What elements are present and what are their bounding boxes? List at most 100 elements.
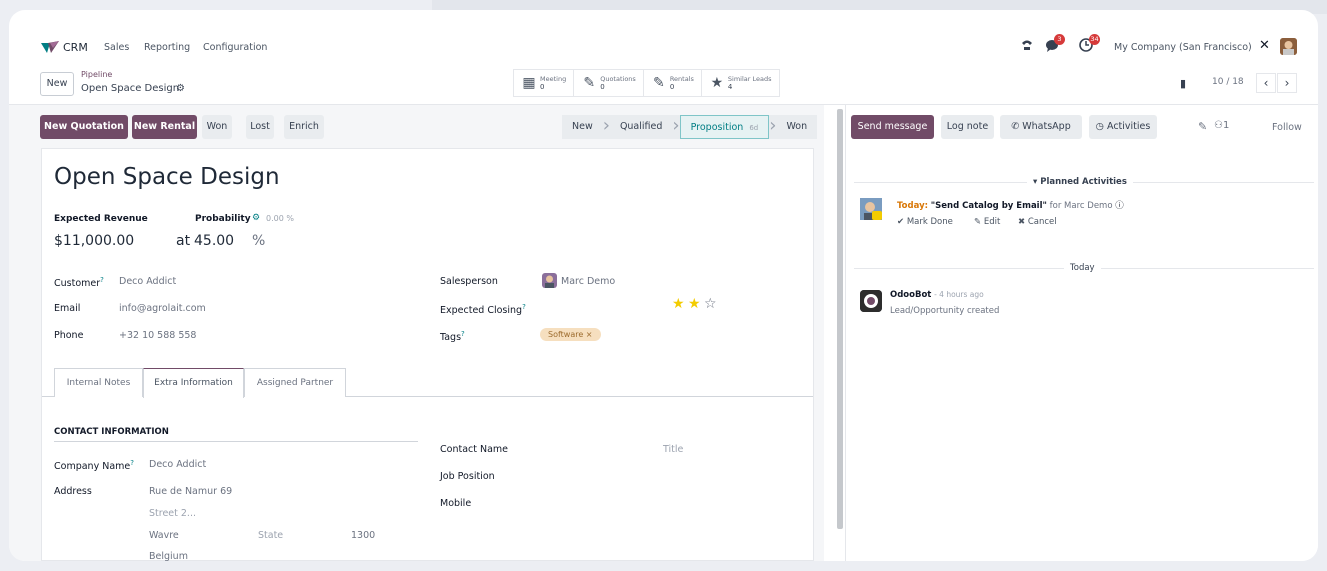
won-button[interactable]: Won	[202, 115, 232, 139]
customer-label-text: Customer	[54, 278, 101, 290]
notebook-tabs: Internal Notes Extra Information Assigne…	[42, 368, 813, 398]
new-quotation-button[interactable]: New Quotation	[40, 115, 128, 139]
crm-logo-icon[interactable]	[41, 40, 59, 59]
breadcrumb-pipeline[interactable]: Pipeline	[81, 70, 112, 79]
email-field[interactable]: info@agrolait.com	[119, 303, 206, 314]
activities-badge: 34	[1089, 34, 1100, 45]
followers-button[interactable]: ⚇1	[1214, 120, 1229, 131]
stage-won[interactable]: Won	[776, 115, 817, 139]
contact-information-heading: CONTACT INFORMATION	[54, 427, 169, 437]
job-position-label: Job Position	[440, 471, 495, 482]
street2-field[interactable]: Street 2...	[149, 508, 196, 519]
message-author[interactable]: OdooBot	[890, 290, 931, 300]
messages-badge: 3	[1054, 34, 1065, 45]
customer-label: Customer?	[54, 276, 104, 290]
rentals-count: 0	[669, 82, 675, 91]
percent-sign: %	[252, 233, 266, 249]
activities-label: Activities	[1106, 121, 1151, 132]
quotations-label: Quotations	[600, 74, 636, 83]
clock-icon[interactable]: 34	[1079, 34, 1100, 56]
title-field[interactable]: Title	[663, 444, 683, 455]
meeting-smart-button[interactable]: ▦ Meeting 0	[514, 70, 575, 96]
priority-star-filled-icon[interactable]: ★	[672, 296, 685, 312]
lost-button[interactable]: Lost	[246, 115, 274, 139]
planned-header-text: Planned Activities	[1040, 177, 1127, 187]
today-separator: Today	[1064, 263, 1101, 273]
times-icon: ✖	[1018, 217, 1026, 227]
tag-software[interactable]: Software ×	[540, 328, 601, 341]
tab-extra-information[interactable]: Extra Information	[143, 368, 244, 398]
log-note-button[interactable]: Log note	[941, 115, 994, 139]
similar-leads-smart-button[interactable]: ★ Similar Leads 4	[702, 70, 779, 96]
send-message-button[interactable]: Send message	[851, 115, 934, 139]
pager-previous-button[interactable]: ‹	[1256, 73, 1276, 93]
enrich-button[interactable]: Enrich	[284, 115, 324, 139]
expected-closing-label: Expected Closing?	[440, 303, 526, 317]
gear-icon[interactable]: ⚙	[252, 213, 260, 223]
menu-sales[interactable]: Sales	[104, 42, 129, 53]
similar-leads-count: 4	[727, 82, 733, 91]
salesperson-field[interactable]: Marc Demo	[561, 276, 615, 287]
gear-icon[interactable]: ⚙	[176, 83, 185, 94]
message-header: OdooBot - 4 hours ago	[890, 290, 984, 300]
zip-field[interactable]: 1300	[351, 530, 375, 541]
state-field[interactable]: State	[258, 530, 283, 541]
stage-qualified[interactable]: Qualified	[610, 115, 672, 139]
street-field[interactable]: Rue de Namur 69	[149, 486, 232, 497]
mobile-label: Mobile	[440, 498, 472, 509]
company-switcher[interactable]: My Company (San Francisco)	[1114, 42, 1252, 53]
tags-label: Tags?	[440, 330, 465, 344]
company-name-field[interactable]: Deco Addict	[149, 459, 206, 470]
pager-next-button[interactable]: ›	[1277, 73, 1297, 93]
salesperson-avatar	[542, 273, 557, 288]
quotations-smart-button[interactable]: ✎ Quotations 0	[574, 70, 644, 96]
stage-proposition[interactable]: Proposition 6d	[679, 115, 770, 139]
activity-line: Today: "Send Catalog by Email" for Marc …	[897, 199, 1124, 211]
activities-button[interactable]: ◷ Activities	[1089, 115, 1157, 139]
expected-revenue-value[interactable]: $11,000.00	[54, 233, 134, 249]
follow-button[interactable]: Follow	[1272, 122, 1302, 133]
tab-assigned-partner[interactable]: Assigned Partner	[244, 368, 346, 397]
tab-internal-notes[interactable]: Internal Notes	[54, 368, 143, 397]
pencil-square-icon: ✎	[652, 75, 665, 91]
new-rental-button[interactable]: New Rental	[132, 115, 197, 139]
messages-icon[interactable]: 3	[1045, 34, 1065, 56]
cancel-activity-button[interactable]: ✖ Cancel	[1018, 217, 1057, 227]
stage-pipeline: New › Qualified › Proposition 6d › Won	[562, 115, 818, 139]
followers-count: 1	[1222, 120, 1230, 131]
paperclip-icon[interactable]: ✎	[1198, 120, 1207, 133]
company-name-label-text: Company Name	[54, 461, 131, 473]
stage-new[interactable]: New	[562, 115, 603, 139]
user-avatar[interactable]	[1280, 38, 1297, 55]
message-time: - 4 hours ago	[934, 290, 984, 299]
form-scrollbar[interactable]	[837, 109, 843, 529]
app-name[interactable]: CRM	[63, 41, 88, 54]
bookmark-icon[interactable]: ▮	[1180, 77, 1186, 90]
app-window: CRM Sales Reporting Configuration 3 34 M…	[9, 10, 1318, 561]
cancel-label: Cancel	[1027, 217, 1057, 227]
menu-reporting[interactable]: Reporting	[144, 42, 190, 53]
priority-star-filled-icon[interactable]: ★	[688, 296, 701, 312]
phone-field[interactable]: +32 10 588 558	[119, 330, 196, 341]
whatsapp-button[interactable]: ✆ WhatsApp	[1000, 115, 1082, 139]
country-field[interactable]: Belgium	[149, 551, 188, 561]
probability-value[interactable]: 45.00	[194, 233, 234, 249]
new-button[interactable]: New	[40, 72, 74, 96]
pager-value[interactable]: 10 / 18	[1212, 77, 1244, 87]
debug-tools-icon[interactable]: ✕	[1259, 38, 1270, 53]
planned-activities-toggle[interactable]: ▾ Planned Activities	[1027, 177, 1133, 187]
mark-done-button[interactable]: ✔ Mark Done	[897, 217, 953, 227]
user-icon: ⚇	[1214, 120, 1223, 131]
customer-field[interactable]: Deco Addict	[119, 276, 176, 287]
activity-assignee: for Marc Demo	[1049, 201, 1113, 211]
city-field[interactable]: Wavre	[149, 530, 179, 541]
phone-icon[interactable]	[1020, 37, 1034, 56]
info-circle-icon[interactable]: ⓘ	[1115, 201, 1124, 211]
edit-label: Edit	[983, 217, 1001, 227]
opportunity-title[interactable]: Open Space Design	[54, 164, 280, 190]
priority-star-empty-icon[interactable]: ☆	[704, 296, 717, 312]
similar-leads-label: Similar Leads	[727, 74, 772, 83]
edit-activity-button[interactable]: ✎ Edit	[974, 217, 1000, 227]
menu-configuration[interactable]: Configuration	[203, 42, 267, 53]
rentals-smart-button[interactable]: ✎ Rentals 0	[644, 70, 702, 96]
